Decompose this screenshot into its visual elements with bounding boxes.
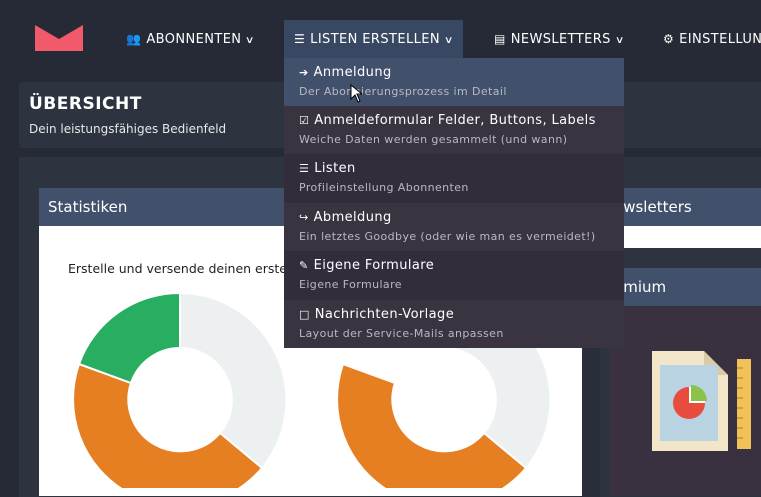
newsletters-panel-body (610, 226, 761, 248)
menu-item-eigene-formulare-title: ✎ Eigene Formulare (299, 258, 434, 273)
premium-panel-header: emium (610, 268, 761, 306)
nav-newsletters[interactable]: ▤ NEWSLETTERS ∨ (494, 20, 624, 58)
mouse-cursor-icon (350, 84, 364, 103)
menu-item-label: Anmeldung (313, 65, 392, 80)
menu-item-anmeldung[interactable]: ➔ Anmeldung Der Abonnierungsprozess im De… (284, 58, 624, 106)
list-icon: ☰ (299, 162, 310, 175)
donut-chart-left (72, 291, 288, 488)
menu-item-label: Abmeldung (313, 210, 392, 225)
chevron-down-icon: ∨ (443, 35, 454, 46)
listen-erstellen-dropdown: ➔ Anmeldung Der Abonnierungsprozess im De… (284, 58, 624, 348)
chevron-down-icon: ∨ (245, 35, 256, 46)
menu-item-label: Eigene Formulare (313, 258, 435, 273)
menu-item-abmeldung[interactable]: ↪ Abmeldung Ein letztes Goodbye (oder wie… (284, 203, 624, 251)
sign-in-icon: ➔ (299, 66, 309, 79)
premium-panel-body (610, 306, 761, 496)
pencil-icon: ✎ (299, 259, 309, 272)
menu-item-description: Der Abonnierungsprozess im Detail (299, 85, 507, 98)
statistics-panel-title: Statistiken (48, 198, 128, 216)
menu-item-description: Eigene Formulare (299, 278, 402, 291)
newsletters-panel-header: ewsletters (610, 188, 761, 226)
chevron-down-icon: ∨ (614, 35, 625, 46)
nav-newsletters-label: NEWSLETTERS (510, 32, 611, 47)
sign-out-icon: ↪ (299, 211, 309, 224)
newsletters-panel-title: ewsletters (614, 198, 692, 216)
gear-icon: ⚙ (663, 32, 675, 46)
menu-item-listen[interactable]: ☰ Listen Profileinstellung Abonnenten (284, 154, 624, 202)
checkbox-icon: ☑ (299, 114, 310, 127)
menu-item-abmeldung-title: ↪ Abmeldung (299, 210, 392, 225)
donut-segment-green (77, 291, 181, 385)
donut-segment-light (179, 291, 288, 470)
nav-abonnenten[interactable]: 👥 ABONNENTEN ∨ (126, 20, 256, 58)
page-title: ÜBERSICHT (29, 94, 142, 114)
menu-item-description: Profileinstellung Abonnenten (299, 181, 469, 194)
menu-item-anmeldeformular[interactable]: ☑ Anmeldeformular Felder, Buttons, Labels… (284, 106, 624, 154)
document-chart-illustration (652, 351, 751, 451)
nav-einstellungen-label: EINSTELLUN (679, 32, 761, 47)
menu-item-nachrichten-vorlage[interactable]: □ Nachrichten-Vorlage Layout der Service-… (284, 300, 624, 348)
list-icon: ☰ (294, 32, 306, 46)
menu-item-anmeldung-title: ➔ Anmeldung (299, 65, 392, 80)
menu-item-eigene-formulare[interactable]: ✎ Eigene Formulare Eigene Formulare (284, 251, 624, 299)
brand-logo[interactable] (35, 25, 83, 51)
nav-listen-erstellen[interactable]: ☰ LISTEN ERSTELLEN ∨ (284, 20, 463, 58)
users-icon: 👥 (126, 32, 142, 46)
menu-item-listen-title: ☰ Listen (299, 161, 356, 176)
menu-item-description: Ein letztes Goodbye (oder wie man es ver… (299, 230, 596, 243)
menu-item-label: Anmeldeformular Felder, Buttons, Labels (314, 113, 596, 128)
menu-item-nachrichten-vorlage-title: □ Nachrichten-Vorlage (299, 307, 454, 322)
top-navigation: 👥 ABONNENTEN ∨ ☰ LISTEN ERSTELLEN ∨ ▤ NEWSLET… (0, 0, 761, 58)
file-icon: □ (299, 308, 310, 321)
menu-item-label: Nachrichten-Vorlage (314, 307, 455, 322)
nav-einstellungen[interactable]: ⚙ EINSTELLUN (663, 20, 761, 58)
menu-item-description: Layout der Service-Mails anpassen (299, 327, 504, 340)
menu-item-anmeldeformular-title: ☑ Anmeldeformular Felder, Buttons, Labels (299, 113, 596, 128)
nav-abonnenten-label: ABONNENTEN (146, 32, 242, 47)
newspaper-icon: ▤ (494, 32, 506, 46)
menu-item-description: Weiche Daten werden gesammelt (und wann) (299, 133, 568, 146)
page-subtitle: Dein leistungsfähiges Bedienfeld (29, 122, 227, 136)
menu-item-label: Listen (314, 161, 356, 176)
nav-listen-erstellen-label: LISTEN ERSTELLEN (310, 32, 440, 47)
